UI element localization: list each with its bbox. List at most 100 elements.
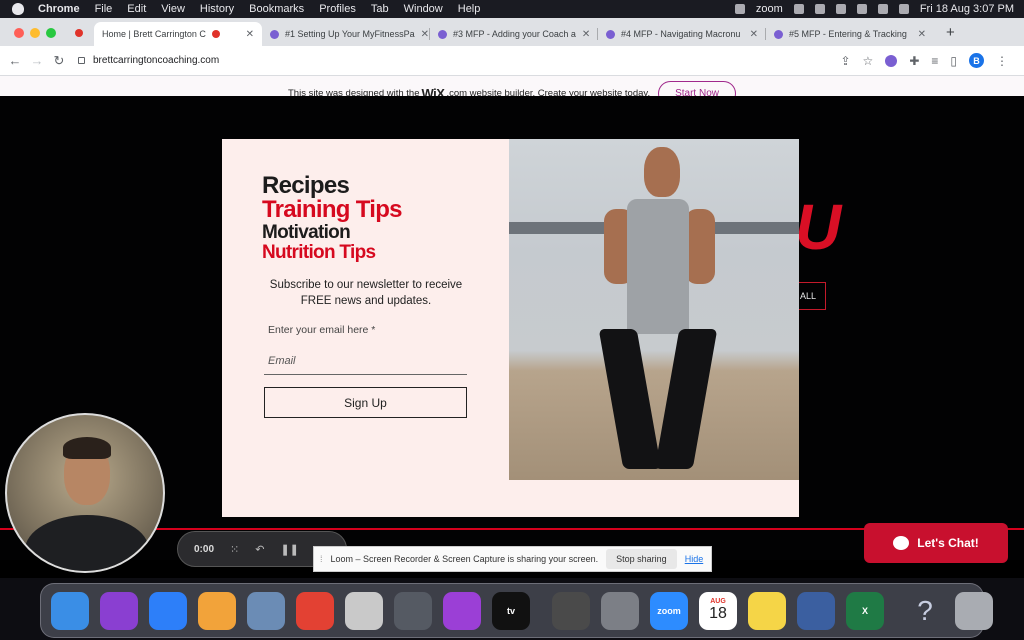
- back-icon[interactable]: ←: [4, 53, 26, 68]
- menu-file[interactable]: File: [95, 3, 113, 15]
- dock-disabled-app-icon[interactable]: [345, 591, 383, 630]
- tab-title: #5 MFP - Entering & Tracking: [789, 29, 907, 39]
- newsletter-popup: Recipes Training Tips Motivation Nutriti…: [222, 139, 799, 517]
- recording-timer: 0:00: [194, 543, 215, 555]
- menu-tab[interactable]: Tab: [371, 3, 389, 15]
- pause-icon[interactable]: ❚❚: [280, 543, 298, 556]
- popup-heading-training-tips: Training Tips: [262, 196, 403, 223]
- screen-sharing-bar: ⁞ Loom – Screen Recorder & Screen Captur…: [313, 546, 712, 572]
- macos-menubar: Chrome File Edit View History Bookmarks …: [0, 0, 1024, 18]
- menubar-clock[interactable]: Fri 18 Aug 3:07 PM: [920, 3, 1014, 15]
- maximize-window-icon[interactable]: [46, 28, 56, 38]
- media-queue-icon[interactable]: ≡: [931, 54, 938, 68]
- calendar-day: 18: [709, 605, 727, 622]
- reload-icon[interactable]: ↻: [48, 53, 70, 69]
- share-icon[interactable]: ⇪: [840, 54, 850, 68]
- webcam-bubble[interactable]: [5, 413, 165, 573]
- tab-title: Home | Brett Carrington C: [102, 29, 206, 39]
- hide-link[interactable]: Hide: [685, 554, 704, 564]
- menu-window[interactable]: Window: [404, 3, 443, 15]
- dock-apple-tv-icon[interactable]: tv: [492, 591, 530, 630]
- tab-favicon-icon: [438, 29, 447, 39]
- email-label: Enter your email here *: [268, 324, 376, 336]
- tab-mfp-5[interactable]: #5 MFP - Entering & Tracking ✕: [766, 22, 934, 46]
- tab-home[interactable]: Home | Brett Carrington C ✕: [94, 22, 262, 46]
- close-tab-icon[interactable]: ✕: [744, 29, 758, 40]
- address-bar[interactable]: brettcarringtoncoaching.com: [78, 50, 219, 72]
- dock-photos-icon[interactable]: [198, 591, 236, 630]
- loom-extension-icon[interactable]: [885, 54, 898, 67]
- side-panel-icon[interactable]: ▯: [950, 54, 957, 68]
- dock-trash-icon[interactable]: [955, 591, 993, 630]
- menu-profiles[interactable]: Profiles: [319, 3, 356, 15]
- tab-mfp-3[interactable]: #3 MFP - Adding your Coach a ✕: [430, 22, 598, 46]
- close-tab-icon[interactable]: ✕: [240, 29, 254, 40]
- browser-toolbar: ← → ↻ brettcarringtoncoaching.com ⇪ ☆ ✚ …: [0, 46, 1024, 76]
- menubar-app-name[interactable]: Chrome: [38, 3, 80, 15]
- dock-finder-icon[interactable]: [51, 591, 89, 630]
- tab-mfp-4[interactable]: #4 MFP - Navigating Macronu ✕: [598, 22, 766, 46]
- menu-help[interactable]: Help: [458, 3, 481, 15]
- bluetooth-icon[interactable]: [856, 4, 867, 14]
- minimize-window-icon[interactable]: [30, 28, 40, 38]
- wifi-icon[interactable]: [877, 4, 888, 14]
- tray-app-icon[interactable]: [793, 4, 804, 14]
- zoom-tray-label[interactable]: zoom: [756, 3, 783, 15]
- forward-icon[interactable]: →: [26, 53, 48, 68]
- url-text[interactable]: brettcarringtoncoaching.com: [93, 55, 219, 66]
- email-field[interactable]: [264, 347, 467, 375]
- close-window-icon[interactable]: [14, 28, 24, 38]
- lock-icon[interactable]: [78, 57, 85, 64]
- dock-chrome-icon[interactable]: [296, 591, 334, 630]
- coach-photo: [509, 139, 799, 480]
- dock-safari-icon[interactable]: [149, 591, 187, 630]
- background-heading-fragment: U: [795, 191, 842, 263]
- tab-mfp-1[interactable]: #1 Setting Up Your MyFitnessPa ✕: [262, 22, 430, 46]
- close-tab-icon[interactable]: ✕: [415, 29, 429, 40]
- dock-preview-icon[interactable]: [247, 591, 285, 630]
- tab-favicon-icon: [774, 29, 783, 39]
- popup-heading-motivation: Motivation: [262, 222, 351, 243]
- dock-help-icon[interactable]: ?: [906, 592, 944, 630]
- volume-icon[interactable]: [835, 4, 846, 14]
- dock-notes-icon[interactable]: [748, 591, 786, 630]
- sign-up-button[interactable]: Sign Up: [264, 387, 467, 418]
- profile-avatar[interactable]: B: [969, 53, 984, 68]
- drag-handle-icon[interactable]: ⁞: [320, 554, 323, 564]
- dock-zoom-icon[interactable]: zoom: [650, 591, 688, 630]
- close-tab-icon[interactable]: ✕: [576, 29, 590, 40]
- popup-heading-recipes: Recipes: [262, 172, 350, 199]
- stop-sharing-button[interactable]: Stop sharing: [606, 549, 677, 569]
- control-center-icon[interactable]: [898, 4, 909, 14]
- dock-system-preferences-icon[interactable]: [601, 591, 639, 630]
- dock-siri-icon[interactable]: [100, 591, 138, 630]
- lets-chat-button[interactable]: Let's Chat!: [864, 523, 1008, 563]
- new-tab-icon[interactable]: +: [946, 24, 955, 41]
- calendar-month: AUG: [710, 598, 726, 605]
- close-tab-icon[interactable]: ✕: [912, 29, 926, 40]
- dock-excel-icon[interactable]: X: [846, 591, 884, 630]
- popup-heading-nutrition-tips: Nutrition Tips: [262, 242, 376, 263]
- dock-podcasts-icon[interactable]: [443, 591, 481, 630]
- chat-bubble-icon: [893, 536, 910, 550]
- dock-calculator-icon[interactable]: [552, 591, 590, 630]
- menu-view[interactable]: View: [161, 3, 185, 15]
- microphone-icon[interactable]: [734, 4, 745, 14]
- chrome-menu-icon[interactable]: ⋮: [996, 54, 1008, 68]
- menu-edit[interactable]: Edit: [127, 3, 146, 15]
- tab-strip: Home | Brett Carrington C ✕ #1 Setting U…: [0, 18, 1024, 46]
- bookmark-star-icon[interactable]: ☆: [863, 54, 874, 68]
- tray-app-icon[interactable]: [814, 4, 825, 14]
- tab-title: #4 MFP - Navigating Macronu: [621, 29, 741, 39]
- tab-title: #1 Setting Up Your MyFitnessPa: [285, 29, 415, 39]
- apple-menu-icon[interactable]: [12, 3, 24, 15]
- dock-calendar-icon[interactable]: AUG 18: [699, 591, 737, 630]
- dock-quicktime-icon[interactable]: [797, 591, 835, 630]
- undo-icon[interactable]: ↶: [255, 543, 264, 556]
- drawing-tool-icon[interactable]: ⁙: [230, 543, 239, 556]
- menu-history[interactable]: History: [200, 3, 234, 15]
- sharing-message: Loom – Screen Recorder & Screen Capture …: [330, 554, 599, 564]
- menu-bookmarks[interactable]: Bookmarks: [249, 3, 304, 15]
- extensions-icon[interactable]: ✚: [909, 54, 919, 68]
- dock-image-capture-icon[interactable]: [394, 591, 432, 630]
